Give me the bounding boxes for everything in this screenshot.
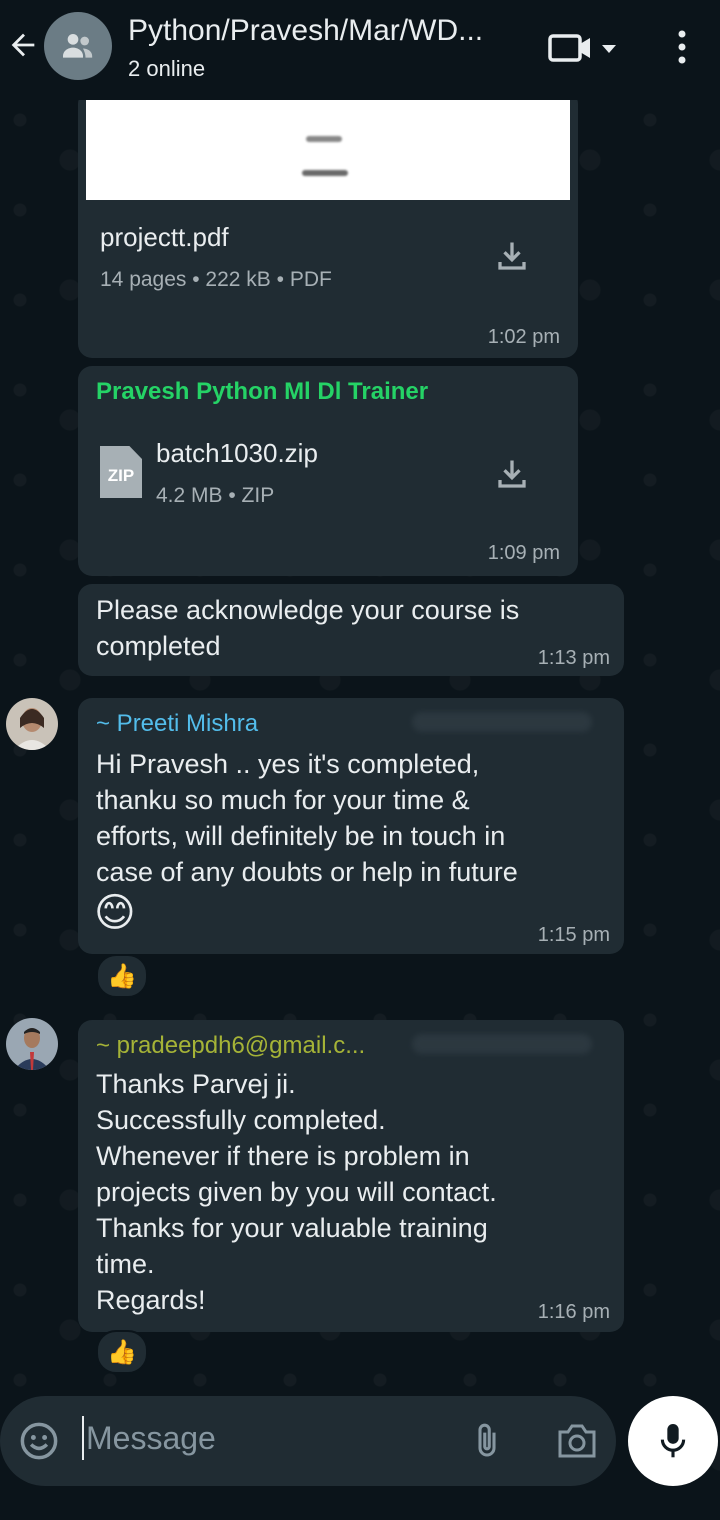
message-time: 1:02 pm	[487, 326, 560, 348]
sender-name[interactable]: ~ Preeti Mishra	[96, 710, 258, 738]
sender-name[interactable]: ~ pradeepdh6@gmail.c...	[96, 1032, 365, 1060]
message-time: 1:16 pm	[537, 1301, 610, 1323]
blurred-text	[302, 170, 348, 176]
message-text: Thanks Parvej ji. Successfully completed…	[96, 1069, 497, 1315]
attach-icon[interactable]	[470, 1420, 504, 1462]
thumbs-up-reaction[interactable]: 👍	[96, 1330, 148, 1374]
message-input-bar: Message	[0, 1396, 616, 1486]
blurred-phone-number	[412, 1034, 592, 1054]
person-avatar-icon	[6, 1018, 58, 1070]
download-icon[interactable]	[494, 238, 530, 274]
person-avatar-icon	[6, 698, 58, 750]
avatar-pradeep[interactable]	[6, 1018, 58, 1070]
chat-header: Python/Pravesh/Mar/WD... 2 online	[0, 0, 720, 100]
thumbs-up-reaction[interactable]: 👍	[96, 954, 148, 998]
message-time: 1:09 pm	[487, 542, 560, 564]
message-time: 1:15 pm	[537, 924, 610, 946]
avatar-preeti[interactable]	[6, 698, 58, 750]
message-time: 1:13 pm	[537, 647, 610, 669]
message-text: Please acknowledge your course is comple…	[96, 595, 520, 661]
text-cursor	[82, 1416, 84, 1460]
microphone-icon	[660, 1424, 686, 1458]
smile-emoji: 😊	[94, 891, 136, 935]
more-options-icon[interactable]	[670, 28, 694, 68]
blurred-phone-number	[412, 712, 592, 732]
online-status: 2 online	[128, 56, 206, 81]
sender-name[interactable]: Pravesh Python Ml Dl Trainer	[96, 378, 428, 406]
mic-button[interactable]	[628, 1396, 718, 1486]
pdf-file-name: projectt.pdf	[100, 222, 229, 252]
download-icon[interactable]	[494, 456, 530, 492]
back-arrow-icon[interactable]	[6, 28, 40, 62]
video-call-icon[interactable]	[548, 30, 622, 66]
message-text: Hi Pravesh .. yes it's completed, thanku…	[96, 749, 518, 887]
pdf-preview[interactable]	[86, 100, 570, 200]
blurred-text	[306, 136, 342, 142]
zip-file-meta: 4.2 MB • ZIP	[156, 484, 275, 507]
sticker-emoji-icon[interactable]	[18, 1420, 60, 1462]
group-icon	[63, 34, 93, 58]
group-avatar[interactable]	[44, 12, 112, 80]
camera-icon[interactable]	[554, 1422, 600, 1460]
zip-file-name: batch1030.zip	[156, 438, 318, 468]
zip-file-icon: ZIP	[100, 446, 142, 498]
message-input[interactable]: Message	[86, 1420, 216, 1457]
pdf-file-meta: 14 pages • 222 kB • PDF	[100, 268, 332, 291]
chat-title[interactable]: Python/Pravesh/Mar/WD...	[128, 14, 528, 48]
